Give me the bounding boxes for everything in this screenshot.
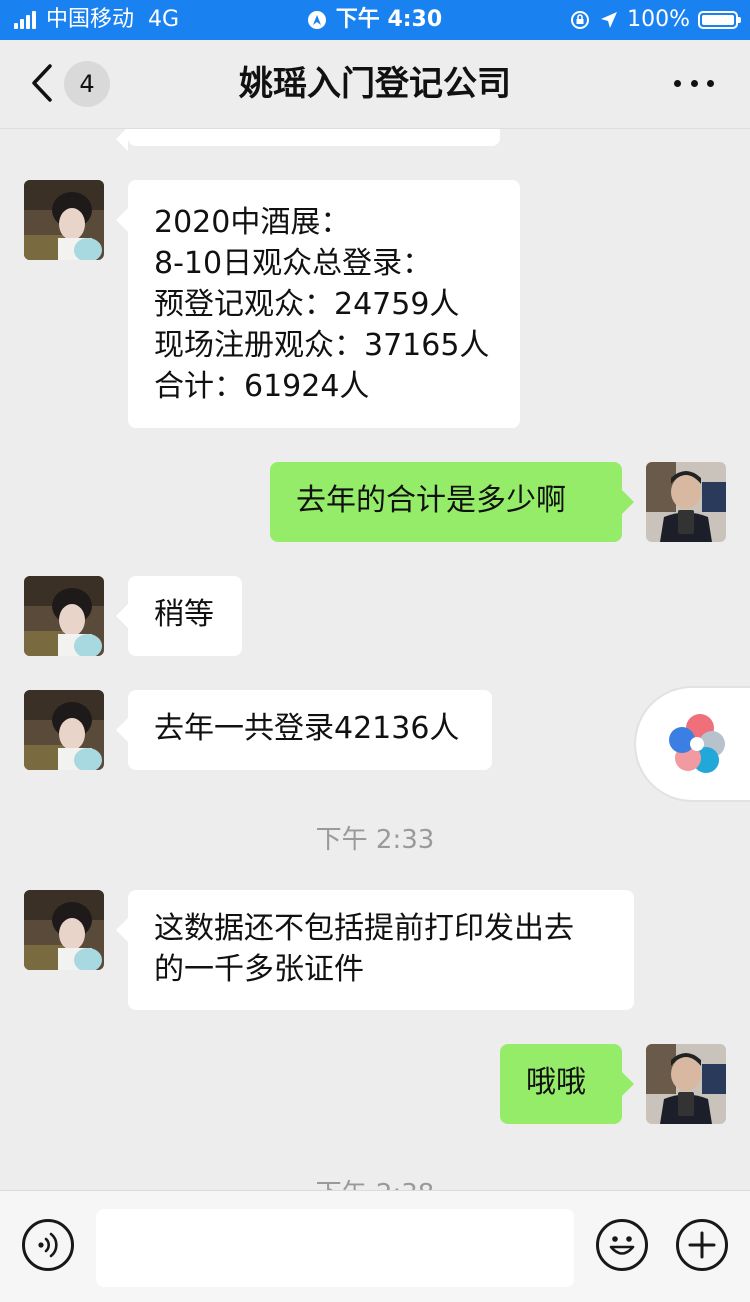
contact-avatar[interactable]: [24, 890, 104, 970]
contact-avatar[interactable]: [24, 180, 104, 260]
message-bubble[interactable]: 稍等: [116, 576, 242, 656]
battery-percentage: 100%: [627, 7, 690, 32]
more-dots-icon: [674, 80, 681, 87]
location-arrow-icon: [599, 10, 619, 30]
message-input[interactable]: [96, 1209, 574, 1287]
message-bubble[interactable]: 这数据还不包括提前打印发出去 的一千多张证件: [116, 890, 634, 1010]
my-avatar[interactable]: [646, 1044, 726, 1124]
navigation-badge-icon: [307, 11, 326, 29]
message-bubble[interactable]: 去年一共登录42136人: [116, 690, 492, 770]
contact-avatar[interactable]: [24, 576, 104, 656]
chevron-left-icon: [32, 64, 52, 102]
emoji-button[interactable]: [596, 1219, 648, 1271]
message-bubble-outgoing[interactable]: 哦哦: [500, 1044, 634, 1124]
voice-icon: [38, 1232, 58, 1258]
message-bubble-partial: [116, 129, 500, 151]
plus-icon: [688, 1231, 716, 1259]
message-timestamp: 下午 2:33: [315, 825, 435, 855]
status-time: 下午 4:30: [335, 7, 443, 32]
status-bar: 中国移动 4G 下午 4:30 100%: [0, 0, 750, 40]
emoji-icon: [609, 1236, 635, 1255]
back-button[interactable]: [28, 60, 58, 106]
chat-header: 4 姚瑶入门登记公司: [0, 40, 750, 129]
message-timestamp: 下午 2:38: [0, 1173, 750, 1190]
more-functions-button[interactable]: [676, 1219, 728, 1271]
chat-input-bar: [0, 1190, 750, 1302]
more-options-button[interactable]: [674, 80, 714, 90]
my-avatar[interactable]: [646, 462, 726, 542]
chat-title: 姚瑶入门登记公司: [239, 64, 511, 104]
flower-logo-icon: [669, 714, 725, 773]
contact-avatar[interactable]: [24, 690, 104, 770]
floating-assistant-button[interactable]: [636, 688, 750, 800]
chat-message-list[interactable]: 2020中酒展： 8-10日观众总登录： 预登记观众：24759人 现场注册观众…: [0, 129, 750, 1190]
rotation-lock-icon: [569, 9, 591, 31]
message-bubble[interactable]: 2020中酒展： 8-10日观众总登录： 预登记观众：24759人 现场注册观众…: [116, 180, 520, 428]
battery-icon: [698, 11, 741, 29]
message-bubble-outgoing[interactable]: 去年的合计是多少啊: [270, 462, 634, 542]
voice-input-button[interactable]: [22, 1219, 74, 1271]
unread-count-badge[interactable]: 4: [64, 61, 110, 107]
